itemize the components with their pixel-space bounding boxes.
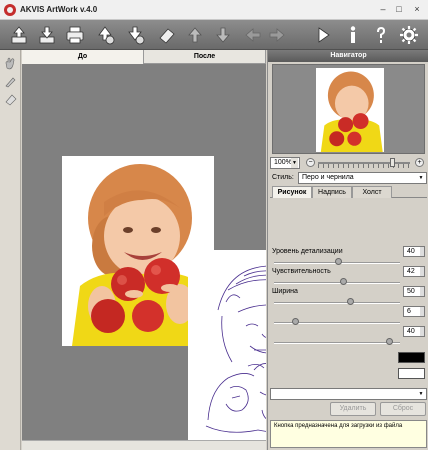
undo-arrow-icon[interactable] (242, 24, 264, 46)
param-value-field[interactable]: 40 (403, 326, 425, 337)
chevron-down-icon[interactable]: ▼ (417, 390, 425, 398)
toolbar (0, 20, 428, 50)
batch-up-icon[interactable] (184, 24, 206, 46)
param-value: 6 (407, 308, 411, 315)
share-icon[interactable] (124, 24, 146, 46)
spin-buttons[interactable] (420, 267, 424, 276)
param-value-field[interactable]: 6 (403, 306, 425, 317)
spin-buttons[interactable] (420, 307, 424, 316)
image-canvas[interactable] (22, 64, 266, 440)
style-select[interactable]: Перо и чернила ▼ (298, 172, 427, 184)
hint-panel: Кнопка предназначена для загрузки из фай… (270, 420, 427, 448)
zoom-tool-icon[interactable] (3, 74, 18, 89)
print-icon[interactable] (64, 24, 86, 46)
param-value: 42 (407, 268, 415, 275)
zoom-value: 100% (274, 159, 292, 166)
param-label: Уровень детализации (272, 248, 343, 255)
navigator-view[interactable] (272, 64, 425, 154)
window-title: AKVIS ArtWork v.4.0 (20, 5, 98, 14)
spin-buttons[interactable] (420, 327, 424, 336)
param-slider-track[interactable] (274, 282, 400, 284)
reset-button[interactable]: Сброс (380, 402, 426, 416)
eraser-tool-icon[interactable] (3, 92, 18, 107)
param-value-field[interactable]: 40 (403, 246, 425, 257)
tab-after[interactable]: После (144, 50, 266, 64)
tab-canvas[interactable]: Холст (352, 186, 392, 198)
tab-drawing[interactable]: Рисунок (272, 186, 312, 198)
tab-inscription[interactable]: Надпись (312, 186, 352, 198)
param-value: 40 (407, 248, 415, 255)
param-slider-thumb[interactable] (335, 258, 342, 265)
param-value: 50 (407, 288, 415, 295)
zoom-field[interactable]: 100% ▼ (270, 157, 300, 169)
tab-before[interactable]: До (22, 50, 144, 64)
info-icon[interactable] (342, 24, 364, 46)
app-logo-icon (4, 4, 16, 16)
hand-tool-icon[interactable] (3, 56, 18, 71)
maximize-button[interactable]: □ (392, 3, 406, 16)
param-label: Ширина (272, 288, 298, 295)
spin-buttons[interactable] (420, 287, 424, 296)
batch-down-icon[interactable] (212, 24, 234, 46)
spin-buttons[interactable] (420, 247, 424, 256)
parameter-tabs: Рисунок Надпись Холст (270, 186, 427, 198)
horizontal-scrollbar[interactable] (22, 440, 266, 450)
zoom-in-button[interactable]: + (415, 158, 424, 167)
view-tabs: До После (22, 50, 266, 64)
after-image (188, 250, 266, 440)
zoom-out-button[interactable]: − (306, 158, 315, 167)
color-swatch-white[interactable] (398, 368, 425, 379)
style-value: Перо и чернила (302, 174, 354, 181)
help-icon[interactable] (370, 24, 392, 46)
zoom-bar: 100% ▼ − + (270, 156, 427, 170)
style-label: Стиль: (272, 174, 294, 181)
param-slider-thumb[interactable] (339, 278, 347, 285)
title-bar: AKVIS ArtWork v.4.0 – □ × (0, 0, 428, 20)
redo-arrow-icon[interactable] (266, 24, 288, 46)
settings-icon[interactable] (398, 24, 420, 46)
param-row: 40 (270, 326, 427, 352)
param-slider-track[interactable] (274, 342, 400, 344)
eraser-icon[interactable] (156, 24, 178, 46)
param-slider-track[interactable] (274, 302, 400, 304)
param-value-field[interactable]: 50 (403, 286, 425, 297)
close-button[interactable]: × (410, 3, 424, 16)
open-icon[interactable] (8, 24, 30, 46)
save-icon[interactable] (36, 24, 58, 46)
publish-icon[interactable] (94, 24, 116, 46)
chevron-down-icon[interactable]: ▼ (291, 158, 298, 168)
chevron-down-icon[interactable]: ▼ (417, 174, 425, 182)
param-value: 40 (407, 328, 415, 335)
preset-select[interactable]: ▼ (270, 388, 427, 400)
delete-preset-button[interactable]: Удалить (330, 402, 376, 416)
param-value-field[interactable]: 42 (403, 266, 425, 277)
zoom-slider-thumb[interactable] (390, 158, 396, 167)
tool-strip (0, 50, 21, 450)
minimize-button[interactable]: – (376, 3, 390, 16)
navigator-header: Навигатор (268, 50, 428, 62)
param-label: Чувствительность (272, 268, 331, 275)
style-row: Стиль: Перо и чернила ▼ (270, 172, 427, 184)
settings-panel: Навигатор 100% ▼ − + Стиль: Перо и черни… (267, 50, 428, 450)
color-swatch-black[interactable] (398, 352, 425, 363)
run-icon[interactable] (312, 24, 334, 46)
navigator-thumbnail (316, 68, 384, 152)
zoom-slider-ticks (318, 164, 410, 168)
